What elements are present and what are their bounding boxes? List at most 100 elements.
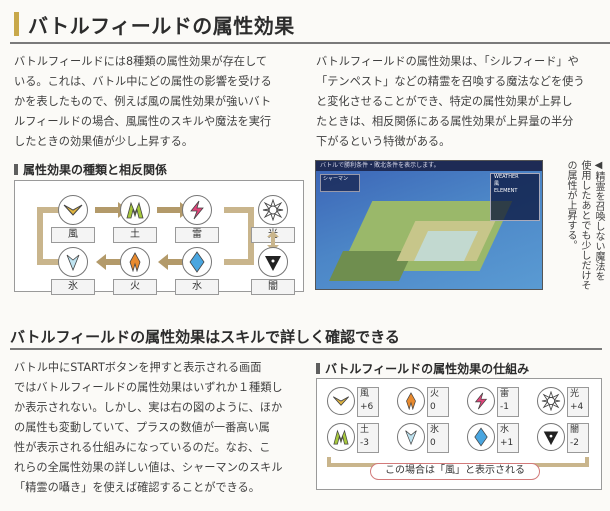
ice-icon bbox=[397, 423, 425, 451]
screenshot-weather-panel: WEATHER 風 ELEMENT bbox=[490, 173, 540, 221]
relations-diagram: 風 土 雷 光 氷 火 bbox=[14, 180, 304, 295]
element-fire: 火 bbox=[110, 247, 160, 295]
fire-icon bbox=[397, 387, 425, 415]
text-line: したときの効果値が少し上昇する。 bbox=[14, 135, 194, 148]
text-line: か表示されない。しかし、実は右の図のように、ほか bbox=[14, 401, 283, 414]
element-label: 土 bbox=[113, 227, 157, 243]
text-line: いる。これは、バトル中にどの属性の影響を受ける bbox=[14, 75, 272, 88]
element-label: 闇 bbox=[251, 279, 295, 295]
heading-marker bbox=[14, 164, 18, 175]
element-wind: 風 bbox=[48, 195, 98, 243]
element-value: -2 bbox=[570, 438, 579, 448]
element-label: 火 bbox=[113, 279, 157, 295]
mech-cell-thunder: 雷 -1 bbox=[467, 387, 519, 417]
text-line: 「精霊の囁き」を使えば確認することができる。 bbox=[14, 481, 260, 494]
ice-icon bbox=[58, 247, 88, 277]
element-value: +4 bbox=[570, 402, 584, 412]
mech-value: 氷0 bbox=[427, 423, 449, 453]
element-label: 氷 bbox=[51, 279, 95, 295]
element-value: 0 bbox=[430, 438, 436, 448]
element-name: 風 bbox=[360, 389, 370, 399]
mech-value: 土 -3 bbox=[357, 423, 379, 453]
water-icon bbox=[467, 423, 495, 451]
water-icon bbox=[182, 247, 212, 277]
screenshot-unit-box: シャーマン bbox=[320, 174, 360, 192]
relations-heading: 属性効果の種類と相反関係 bbox=[14, 161, 167, 178]
light-icon bbox=[258, 195, 288, 225]
mech-cell-earth: 土 -3 bbox=[327, 423, 379, 453]
title-accent-bar bbox=[14, 12, 19, 36]
mech-cell-light: 光 +4 bbox=[537, 387, 589, 417]
light-icon bbox=[537, 387, 565, 415]
page-title: バトルフィールドの属性効果 bbox=[28, 14, 295, 38]
element-name: 土 bbox=[360, 425, 370, 435]
mechanism-heading: バトルフィールドの属性効果の仕組み bbox=[316, 360, 529, 377]
element-name: 光 bbox=[570, 389, 580, 399]
section2-rule bbox=[10, 348, 602, 350]
wind-icon bbox=[58, 195, 88, 225]
section2-title: バトルフィールドの属性効果はスキルで詳しく確認できる bbox=[10, 328, 400, 346]
mech-value: 風 +6 bbox=[357, 387, 379, 417]
element-label: 風 bbox=[51, 227, 95, 243]
wind-icon bbox=[327, 387, 355, 415]
text-line: バトルフィールドには8種類の属性効果が存在して bbox=[14, 55, 268, 68]
mech-value: 火0 bbox=[427, 387, 449, 417]
element-value: -3 bbox=[360, 438, 369, 448]
mech-value: 光 +4 bbox=[567, 387, 589, 417]
text-line: かを表したもので、例えば風の属性効果が強いバト bbox=[14, 95, 272, 108]
heading-marker bbox=[316, 363, 320, 374]
element-earth: 土 bbox=[110, 195, 160, 243]
fire-icon bbox=[120, 247, 150, 277]
thunder-icon bbox=[182, 195, 212, 225]
panel-line: ELEMENT bbox=[494, 188, 518, 194]
element-ice: 氷 bbox=[48, 247, 98, 295]
element-name: 闇 bbox=[570, 425, 580, 435]
element-label: 水 bbox=[175, 279, 219, 295]
intro-right-paragraph: バトルフィールドの属性効果は、「シルフィード」や 「テンペスト」などの精霊を召喚… bbox=[316, 52, 585, 152]
mech-value: 闇 -2 bbox=[567, 423, 589, 453]
mech-cell-wind: 風 +6 bbox=[327, 387, 379, 417]
dark-icon bbox=[258, 247, 288, 277]
element-dark: 闇 bbox=[248, 247, 298, 295]
element-name: 雷 bbox=[500, 389, 510, 399]
element-name: 水 bbox=[500, 425, 510, 435]
unit-label: シャーマン bbox=[323, 176, 349, 182]
mech-value: 水 +1 bbox=[497, 423, 519, 453]
text-line: ルフィールドの場合、風属性のスキルや魔法を実行 bbox=[14, 115, 272, 128]
mech-cell-water: 水 +1 bbox=[467, 423, 519, 453]
element-value: 0 bbox=[430, 402, 436, 412]
mech-value: 雷 -1 bbox=[497, 387, 519, 417]
element-name: 氷 bbox=[430, 425, 440, 435]
element-label: 雷 bbox=[175, 227, 219, 243]
element-value: -1 bbox=[500, 402, 509, 412]
text-line: バトル中にSTARTボタンを押すと表示される画面 bbox=[14, 361, 262, 374]
game-screenshot: バトルで勝利条件・敗北条件を表示します。 シャーマン WEATHER 風 ELE… bbox=[315, 160, 543, 290]
intro-left-paragraph: バトルフィールドには8種類の属性効果が存在して いる。これは、バトル中にどの属性… bbox=[14, 52, 272, 152]
text-line: 下がるという特徴がある。 bbox=[316, 135, 451, 148]
mech-cell-ice: 氷0 bbox=[397, 423, 449, 453]
text-line: 「テンペスト」などの精霊を召喚する魔法などを使う bbox=[316, 75, 585, 88]
mechanism-heading-text: バトルフィールドの属性効果の仕組み bbox=[325, 362, 530, 376]
title-rule bbox=[10, 42, 610, 44]
element-water: 水 bbox=[172, 247, 222, 295]
element-name: 火 bbox=[430, 389, 440, 399]
element-value: +1 bbox=[500, 438, 514, 448]
text-line: バトルフィールドの属性効果は、「シルフィード」や bbox=[316, 55, 579, 68]
mech-cell-dark: 闇 -2 bbox=[537, 423, 589, 453]
element-value: +6 bbox=[360, 402, 374, 412]
text-line: の属性も変動していて、プラスの数値が一番高い属 bbox=[14, 421, 270, 434]
text-line: と変化させることができ、特定の属性効果が上昇し bbox=[316, 95, 573, 108]
earth-icon bbox=[327, 423, 355, 451]
panel-line: 風 bbox=[494, 181, 500, 187]
relations-heading-text: 属性効果の種類と相反関係 bbox=[23, 163, 168, 177]
earth-icon bbox=[120, 195, 150, 225]
mechanism-note: この場合は「風」と表示される bbox=[370, 463, 540, 480]
text-line: 性が表示される仕組みになっているのだ。なお、こ bbox=[14, 441, 271, 454]
screenshot-message-bar: バトルで勝利条件・敗北条件を表示します。 bbox=[316, 161, 542, 171]
page-header: バトルフィールドの属性効果 bbox=[10, 6, 610, 44]
text-line: ではバトルフィールドの属性効果はいずれか１種類し bbox=[14, 381, 283, 394]
text-line: れらの全属性効果の詳しい値は、シャーマンのスキル bbox=[14, 461, 283, 474]
section2-paragraph: バトル中にSTARTボタンを押すと表示される画面 ではバトルフィールドの属性効果… bbox=[14, 358, 283, 498]
panel-line: WEATHER bbox=[494, 174, 519, 180]
mech-cell-fire: 火0 bbox=[397, 387, 449, 417]
